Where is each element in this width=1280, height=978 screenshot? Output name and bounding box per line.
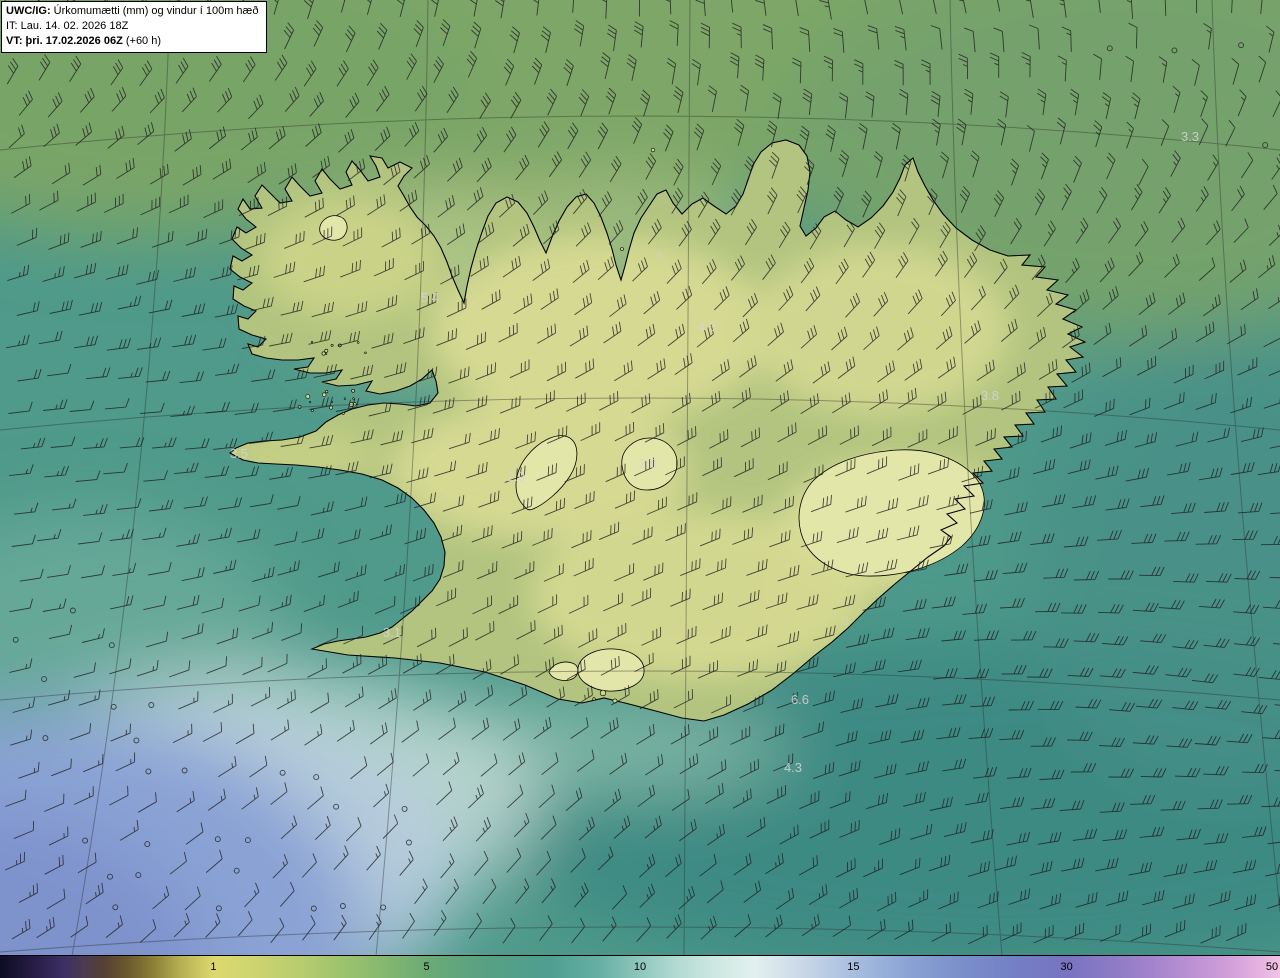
valid-time-rest: (+60 h) (122, 34, 162, 47)
valid-time-line: VT: þri. 17.02.2026 06Z (+60 h) (6, 34, 258, 49)
islet (309, 401, 312, 404)
islet (324, 348, 329, 353)
colorbar: 1 5 10 15 30 50 (0, 955, 1280, 978)
colorbar-tick-label: 15 (847, 961, 860, 973)
map-label: 4.3 (698, 319, 716, 334)
islet (357, 341, 360, 344)
title-box: UWC/IG: Úrkomumætti (mm) og vindur í 100… (1, 1, 268, 53)
colorbar-tick-label: 30 (1060, 961, 1073, 973)
islet (599, 689, 607, 697)
map-label: 4.3 (784, 760, 802, 775)
model-name: UWC/IG: (6, 5, 51, 17)
islet (325, 352, 328, 355)
map-label: 3.1 (383, 625, 401, 640)
colorbar-tick-label: 50 (1265, 961, 1279, 973)
map-label: 3.5 (230, 446, 248, 461)
islet (364, 351, 367, 354)
map-label: 3.3 (1181, 129, 1199, 144)
map-label: 2.9 (507, 469, 525, 484)
weather-map-page: 3.3 5.4 4.3 3.8 3.5 2.9 2.0 3.1 6.6 4.3 9 6 UWC/IG:… (0, 0, 1280, 978)
map-label: 9 (841, 613, 848, 628)
map-label: 6.6 (791, 692, 809, 707)
islet (343, 397, 347, 400)
islet (592, 697, 596, 701)
weather-map-svg: 3.3 5.4 4.3 3.8 3.5 2.9 2.0 3.1 6.6 4.3 9 6 (0, 0, 1280, 956)
islet (310, 340, 313, 343)
islet (351, 388, 355, 393)
map-label: 5.4 (421, 290, 439, 305)
islet (321, 351, 326, 356)
valid-time-bold: VT: þri. 17.02.2026 06Z (6, 34, 123, 47)
colorbar-tick-label: 5 (423, 961, 430, 973)
colorbar-tick-label: 1 (210, 961, 217, 973)
islet (322, 392, 327, 397)
title-line: UWC/IG: Úrkomumætti (mm) og vindur í 100… (6, 4, 258, 19)
islet (650, 147, 656, 153)
islet (352, 397, 355, 400)
islet (330, 343, 334, 347)
islet (310, 409, 314, 412)
colorbar-tick-label: 10 (633, 961, 647, 973)
map-label: 6 (656, 248, 663, 263)
map-label: 3.8 (981, 388, 999, 403)
init-time-line: IT: Lau. 14. 02. 2026 18Z (6, 19, 129, 32)
islet (305, 394, 311, 399)
islet (341, 411, 345, 415)
title-text: Úrkomumætti (mm) og vindur í 100m hæð (50, 5, 259, 17)
islet (325, 390, 329, 394)
islet (329, 405, 334, 410)
map-label: 2.0 (639, 456, 657, 471)
islet (620, 247, 624, 251)
